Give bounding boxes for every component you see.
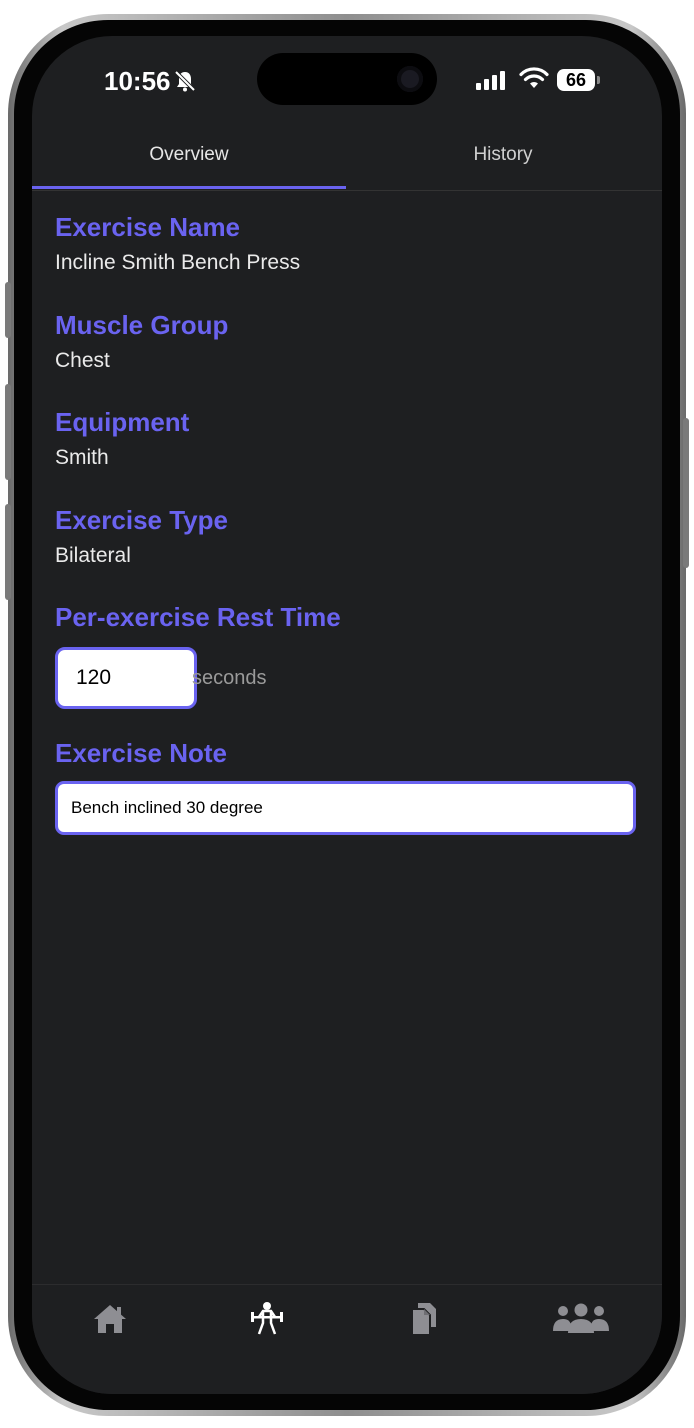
exercise-name-section: Exercise Name Incline Smith Bench Press bbox=[55, 212, 300, 275]
rest-time-input[interactable] bbox=[55, 647, 197, 709]
battery-indicator: 66 bbox=[557, 69, 595, 91]
nav-home[interactable] bbox=[80, 1299, 140, 1343]
exercise-note-label: Exercise Note bbox=[55, 738, 227, 768]
tab-overview[interactable]: Overview bbox=[32, 136, 346, 190]
exercise-note-section: Exercise Note bbox=[55, 738, 227, 769]
muscle-group-section: Muscle Group Chest bbox=[55, 310, 228, 373]
equipment-value: Smith bbox=[55, 446, 109, 469]
wifi-icon bbox=[519, 66, 549, 97]
muscle-group-label: Muscle Group bbox=[55, 310, 229, 340]
power-button bbox=[683, 418, 689, 568]
home-icon bbox=[92, 1303, 128, 1340]
tab-bar: Overview History bbox=[32, 136, 662, 191]
camera-icon bbox=[397, 66, 423, 92]
signal-icon bbox=[476, 70, 510, 97]
exercise-type-section: Exercise Type Bilateral bbox=[55, 505, 228, 568]
rest-time-label: Per-exercise Rest Time bbox=[55, 602, 341, 632]
battery-tip bbox=[597, 76, 600, 84]
bottom-nav bbox=[32, 1284, 662, 1394]
exercise-type-label: Exercise Type bbox=[55, 505, 228, 535]
rest-time-unit: seconds bbox=[192, 667, 267, 689]
exercise-name-value: Incline Smith Bench Press bbox=[55, 251, 301, 274]
equipment-label: Equipment bbox=[55, 407, 190, 437]
bell-slash-icon bbox=[174, 70, 196, 97]
equipment-section: Equipment Smith bbox=[55, 407, 189, 470]
tab-history[interactable]: History bbox=[346, 136, 660, 190]
rest-time-section: Per-exercise Rest Time bbox=[55, 602, 341, 633]
exercise-type-value: Bilateral bbox=[55, 544, 131, 567]
status-bar: 10:56 66 bbox=[32, 36, 662, 126]
documents-icon bbox=[408, 1301, 440, 1342]
volume-down-button bbox=[5, 504, 11, 600]
status-time: 10:56 bbox=[104, 66, 171, 96]
nav-documents[interactable] bbox=[394, 1299, 454, 1343]
users-icon bbox=[551, 1303, 611, 1340]
exercise-name-label: Exercise Name bbox=[55, 212, 241, 242]
weightlifter-icon bbox=[249, 1301, 285, 1342]
muscle-group-value: Chest bbox=[55, 349, 110, 372]
action-button bbox=[5, 282, 11, 338]
dynamic-island bbox=[257, 53, 437, 105]
active-tab-indicator bbox=[32, 186, 346, 189]
nav-exercises[interactable] bbox=[237, 1299, 297, 1343]
nav-community[interactable] bbox=[551, 1299, 611, 1343]
screen: 10:56 66 Overview History Exercise Name … bbox=[32, 36, 662, 1394]
volume-up-button bbox=[5, 384, 11, 480]
exercise-note-input[interactable] bbox=[55, 781, 636, 835]
